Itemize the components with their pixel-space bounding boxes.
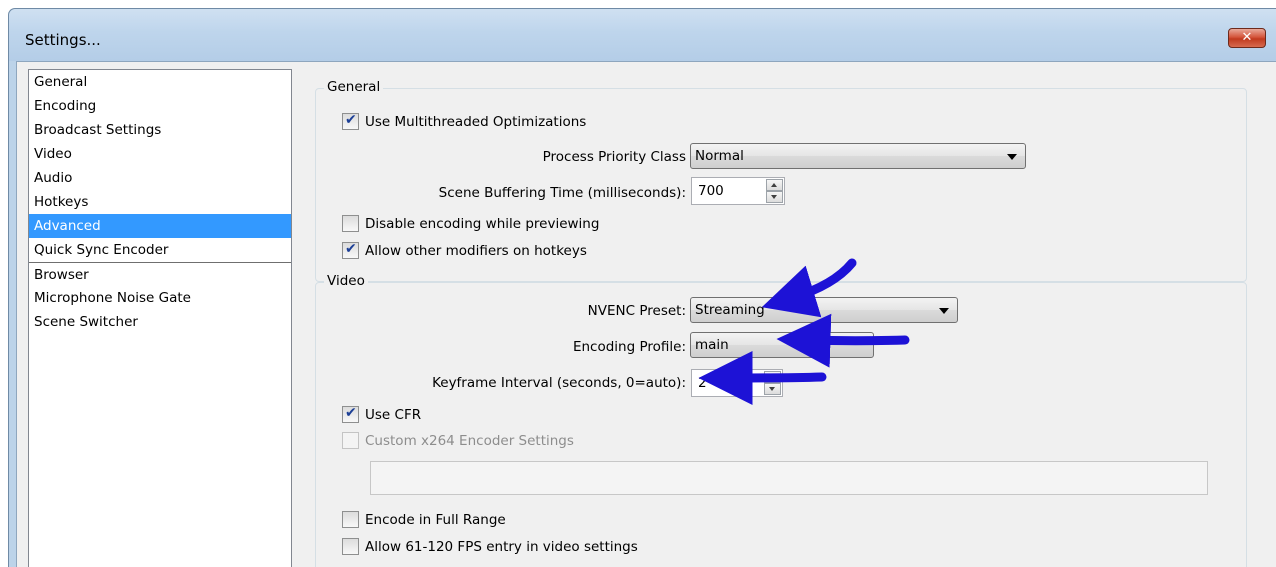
nav-item-scene-switcher[interactable]: Scene Switcher [29, 310, 291, 334]
nav-item-microphone-noise-gate[interactable]: Microphone Noise Gate [29, 286, 291, 310]
window-title: Settings... [25, 31, 101, 49]
keyframe-value: 2 [698, 375, 707, 391]
nav-item-audio[interactable]: Audio [29, 166, 291, 190]
priority-label: Process Priority Class [542, 149, 686, 165]
window-client: General Encoding Broadcast Settings Vide… [16, 61, 1276, 567]
spin-down-icon[interactable] [766, 191, 783, 203]
buffering-stepper[interactable]: 700 [691, 177, 785, 205]
general-group-title: General [324, 79, 384, 95]
nvenc-preset-value: Streaming [695, 302, 765, 318]
use-cfr-checkbox[interactable]: Use CFR [342, 405, 422, 423]
nav-item-general[interactable]: General [29, 70, 291, 94]
nav-item-browser[interactable]: Browser [29, 262, 291, 286]
nav-item-quick-sync-encoder[interactable]: Quick Sync Encoder [29, 238, 291, 262]
allow-modifiers-checkbox[interactable]: Allow other modifiers on hotkeys [342, 241, 587, 259]
video-group: Video NVENC Preset: Streaming Encoding P… [315, 273, 1247, 567]
multithreaded-checkbox[interactable]: Use Multithreaded Optimizations [342, 112, 587, 130]
custom-x264-label: Custom x264 Encoder Settings [365, 432, 574, 449]
general-group: General Use Multithreaded Optimizations … [315, 79, 1247, 282]
chevron-down-icon [1007, 154, 1017, 160]
custom-x264-settings-field[interactable] [370, 461, 1208, 495]
checkbox-unchecked-icon [342, 538, 359, 555]
allow-fps-label: Allow 61-120 FPS entry in video settings [365, 538, 638, 555]
use-cfr-label: Use CFR [365, 406, 422, 423]
allow-fps-checkbox[interactable]: Allow 61-120 FPS entry in video settings [342, 538, 638, 555]
nvenc-preset-dropdown[interactable]: Streaming [690, 297, 958, 323]
buffering-label: Scene Buffering Time (milliseconds): [438, 185, 686, 201]
priority-dropdown[interactable]: Normal [690, 143, 1026, 169]
spin-down-icon[interactable] [764, 383, 781, 395]
checkbox-checked-icon [342, 241, 359, 259]
nav-item-encoding[interactable]: Encoding [29, 94, 291, 118]
settings-window: Settings... ✕ General Encoding Broadcast… [8, 8, 1276, 567]
keyframe-label: Keyframe Interval (seconds, 0=auto): [432, 375, 686, 391]
close-button[interactable]: ✕ [1228, 28, 1266, 48]
checkbox-unchecked-icon [342, 432, 359, 449]
multithreaded-label: Use Multithreaded Optimizations [365, 113, 587, 130]
disable-encoding-checkbox[interactable]: Disable encoding while previewing [342, 215, 599, 232]
spin-up-icon[interactable] [764, 371, 781, 383]
nvenc-preset-label: NVENC Preset: [587, 303, 686, 319]
keyframe-stepper[interactable]: 2 [691, 369, 783, 397]
checkbox-checked-icon [342, 112, 359, 130]
nav-item-advanced[interactable]: Advanced [29, 214, 291, 238]
full-range-label: Encode in Full Range [365, 511, 506, 528]
allow-modifiers-label: Allow other modifiers on hotkeys [365, 242, 587, 259]
priority-value: Normal [695, 148, 744, 164]
title-bar[interactable]: Settings... ✕ [9, 9, 1276, 61]
chevron-down-icon [939, 308, 949, 314]
encoding-profile-value: main [695, 337, 729, 353]
encoding-profile-label: Encoding Profile: [572, 339, 686, 355]
encoding-profile-dropdown[interactable]: main [690, 332, 874, 358]
nav-item-video[interactable]: Video [29, 142, 291, 166]
spin-up-icon[interactable] [766, 179, 783, 191]
disable-encoding-label: Disable encoding while previewing [365, 215, 600, 232]
buffering-value: 700 [698, 183, 724, 199]
checkbox-checked-icon [342, 405, 359, 423]
full-range-checkbox[interactable]: Encode in Full Range [342, 511, 506, 528]
video-group-title: Video [324, 273, 368, 289]
custom-x264-checkbox[interactable]: Custom x264 Encoder Settings [342, 432, 574, 449]
nav-item-hotkeys[interactable]: Hotkeys [29, 190, 291, 214]
checkbox-unchecked-icon [342, 511, 359, 528]
checkbox-unchecked-icon [342, 215, 359, 232]
settings-category-list: General Encoding Broadcast Settings Vide… [28, 69, 292, 567]
nav-item-broadcast-settings[interactable]: Broadcast Settings [29, 118, 291, 142]
